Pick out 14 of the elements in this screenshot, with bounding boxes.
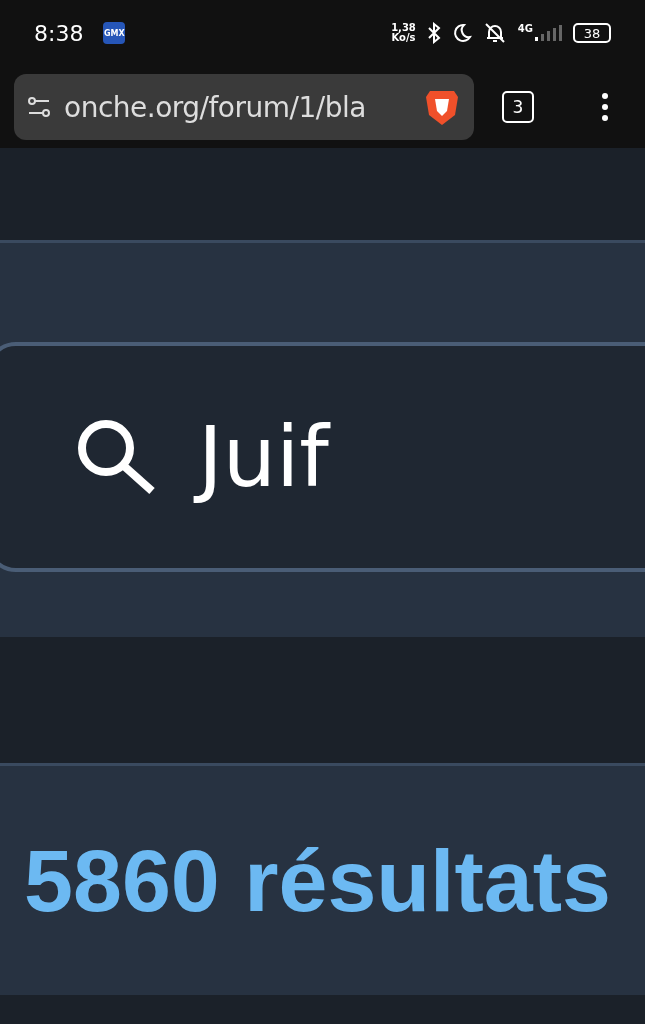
network-type: 4G xyxy=(517,22,533,34)
status-time: 8:38 xyxy=(34,20,84,46)
signal-icon xyxy=(533,24,563,42)
battery-indicator: 38 xyxy=(573,23,611,43)
results-count: 5860 résultats xyxy=(24,829,612,932)
menu-icon[interactable] xyxy=(600,92,610,122)
address-bar[interactable]: onche.org/forum/1/bla xyxy=(14,74,474,140)
tab-count-button[interactable]: 3 xyxy=(502,91,534,123)
site-settings-icon[interactable] xyxy=(26,94,52,120)
search-field[interactable]: Juif xyxy=(0,342,645,572)
network-speed: 1,38 Ko/s xyxy=(391,23,416,43)
moon-icon xyxy=(451,23,472,43)
bluetooth-icon xyxy=(425,22,442,44)
app-notification-icon: GMX xyxy=(103,22,126,44)
